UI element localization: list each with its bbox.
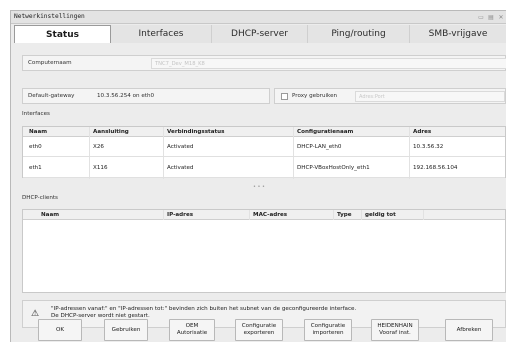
import-configuration-button[interactable]: Configuratie importeren — [304, 319, 352, 341]
warning-icon: ⚠ — [31, 309, 40, 319]
dhcp-clients-table: Naam IP-adres MAC-adres Type geldig tot — [22, 209, 506, 293]
column-header[interactable]: IP-adres — [167, 212, 193, 218]
column-header[interactable]: MAC-adres — [253, 212, 287, 218]
computer-name-field: TNC7_Dev_M18_K8 — [151, 58, 506, 69]
table-cell: DHCP-LAN_eth0 — [297, 144, 342, 150]
apply-button[interactable]: Gebruiken — [104, 319, 148, 341]
tab-ping-routing[interactable]: Ping/routing — [308, 25, 410, 43]
proxy-row: Proxy gebruiken Adres:Port — [274, 88, 506, 104]
column-divider — [163, 210, 164, 220]
proxy-checkbox[interactable] — [281, 93, 288, 100]
export-configuration-button[interactable]: Configuratie exporteren — [235, 319, 283, 341]
table-cell: Activated — [167, 165, 194, 171]
close-icon[interactable]: ✕ — [497, 14, 505, 21]
table-cell: eth1 — [29, 165, 42, 171]
proxy-address-input[interactable]: Adres:Port — [355, 91, 505, 102]
warning-text: "IP-adressen vanaf:" en "IP-adressen tot… — [51, 306, 356, 320]
column-header[interactable]: Naam — [29, 129, 47, 135]
dhcp-clients-table-header: Naam IP-adres MAC-adres Type geldig tot — [23, 210, 505, 220]
title-bar: Netwerkinstellingen ▭ ▤ ✕ — [11, 11, 506, 24]
heidenhain-preset-button[interactable]: HEIDENHAIN Vooraf inst. — [371, 319, 419, 341]
column-divider — [249, 210, 250, 220]
column-header[interactable]: Adres — [413, 129, 431, 135]
tab-smb-share[interactable]: SMB-vrijgave — [410, 25, 506, 43]
column-header[interactable]: Aansluiting — [93, 129, 129, 135]
ok-button[interactable]: OK — [38, 319, 82, 341]
minimize-icon[interactable]: ▭ — [477, 14, 485, 21]
tab-bar: Status Interfaces DHCP-server Ping/routi… — [14, 25, 506, 43]
default-gateway-row: Default-gateway 10.3.56.254 on eth0 — [22, 88, 270, 104]
table-cell: 10.3.56.32 — [413, 144, 444, 150]
dhcp-clients-section-title: DHCP-clients — [22, 195, 58, 201]
interfaces-section-title: Interfaces — [22, 111, 50, 117]
window-title: Netwerkinstellingen — [14, 13, 85, 20]
column-divider — [423, 210, 424, 220]
column-header[interactable]: Naam — [41, 212, 59, 218]
column-header[interactable]: geldig tot — [365, 212, 396, 218]
tab-dhcp-server[interactable]: DHCP-server — [212, 25, 308, 43]
network-settings-window: Netwerkinstellingen ▭ ▤ ✕ Status Interfa… — [10, 10, 506, 342]
column-header[interactable]: Type — [337, 212, 352, 218]
column-header[interactable]: Configuratienaam — [297, 129, 353, 135]
oem-authorization-button[interactable]: OEM Autorisatie — [169, 319, 215, 341]
table-cell: eth0 — [29, 144, 42, 150]
table-row[interactable]: eth1 X116 Activated DHCP-VBoxHostOnly_et… — [23, 158, 505, 178]
table-cell: X26 — [93, 144, 104, 150]
column-divider — [361, 210, 362, 220]
table-cell: Activated — [167, 144, 194, 150]
table-row[interactable]: eth0 X26 Activated DHCP-LAN_eth0 10.3.56… — [23, 137, 505, 157]
interfaces-table: Naam Aansluiting Verbindingsstatus Confi… — [22, 126, 506, 179]
tab-status[interactable]: Status — [14, 25, 111, 43]
column-header[interactable]: Verbindingsstatus — [167, 129, 224, 135]
computer-name-label: Computernaam — [28, 60, 72, 66]
warning-line-1: "IP-adressen vanaf:" en "IP-adressen tot… — [51, 306, 357, 312]
tab-interfaces[interactable]: Interfaces — [111, 25, 212, 43]
table-cell: DHCP-VBoxHostOnly_eth1 — [297, 165, 370, 171]
table-cell: 192.168.56.104 — [413, 165, 458, 171]
default-gateway-value: 10.3.56.254 on eth0 — [97, 93, 155, 99]
status-panel: Computernaam TNC7_Dev_M18_K8 Default-gat… — [14, 44, 506, 328]
cancel-button[interactable]: Afbreken — [445, 319, 493, 341]
proxy-checkbox-label: Proxy gebruiken — [292, 93, 338, 99]
default-gateway-label: Default-gateway — [28, 93, 75, 99]
interfaces-table-header: Naam Aansluiting Verbindingsstatus Confi… — [23, 127, 505, 137]
computer-name-row: Computernaam TNC7_Dev_M18_K8 — [22, 55, 506, 71]
splitter-handle[interactable]: • • • — [204, 185, 314, 190]
maximize-icon[interactable]: ▤ — [487, 14, 495, 21]
table-cell: X116 — [93, 165, 108, 171]
column-divider — [333, 210, 334, 220]
